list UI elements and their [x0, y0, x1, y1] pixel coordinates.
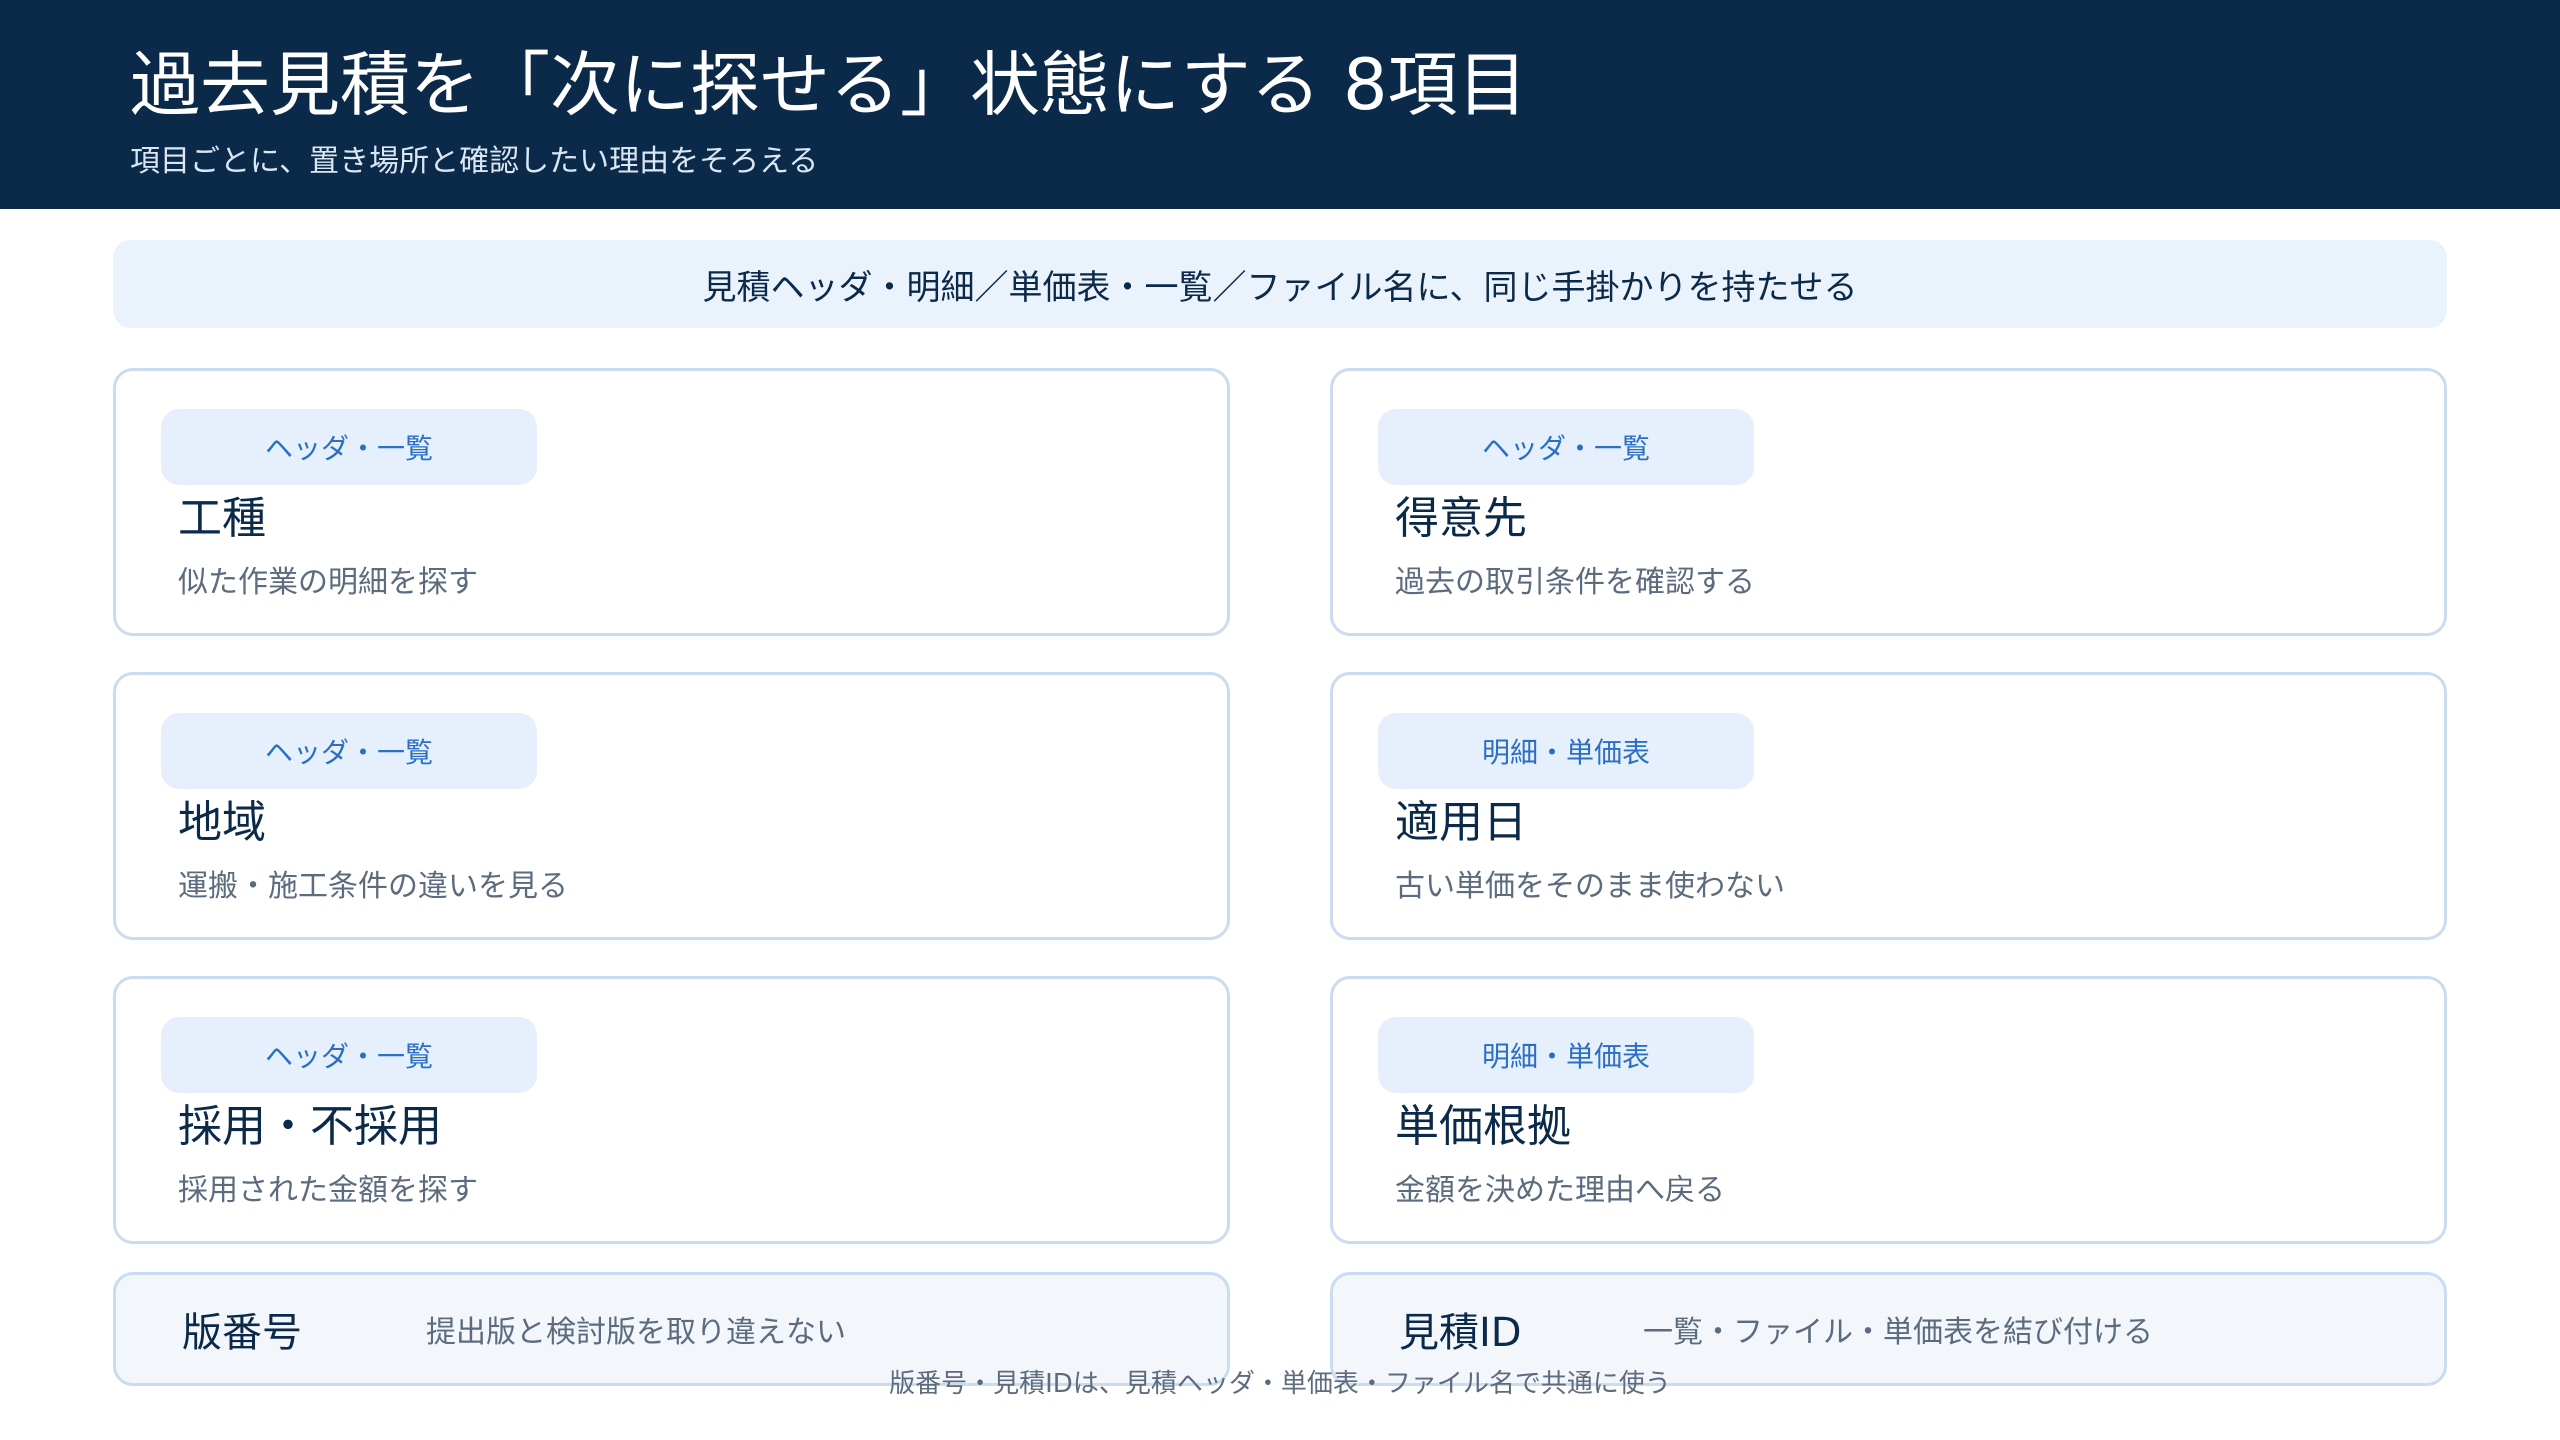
- location-tag: ヘッダ・一覧: [161, 1017, 537, 1093]
- footnote: 版番号・見積IDは、見積ヘッダ・単価表・ファイル名で共通に使う: [889, 1369, 1671, 1399]
- location-tag: ヘッダ・一覧: [1378, 409, 1754, 485]
- item-card-chiiki: ヘッダ・一覧 地域 運搬・施工条件の違いを見る: [113, 672, 1230, 940]
- item-description: 運搬・施工条件の違いを見る: [178, 869, 568, 904]
- item-description: 似た作業の明細を探す: [178, 565, 478, 600]
- item-description: 古い単価をそのまま使わない: [1395, 869, 1785, 904]
- location-tag: ヘッダ・一覧: [161, 409, 537, 485]
- item-title: 地域: [178, 797, 266, 848]
- item-card-tekiyoubi: 明細・単価表 適用日 古い単価をそのまま使わない: [1330, 672, 2447, 940]
- item-title: 採用・不採用: [178, 1101, 442, 1152]
- item-card-koushu: ヘッダ・一覧 工種 似た作業の明細を探す: [113, 368, 1230, 636]
- item-card-tokuisaki: ヘッダ・一覧 得意先 過去の取引条件を確認する: [1330, 368, 2447, 636]
- location-tag: ヘッダ・一覧: [161, 713, 537, 789]
- page-subtitle: 項目ごとに、置き場所と確認したい理由をそろえる: [130, 144, 819, 179]
- item-title: 得意先: [1395, 493, 1527, 544]
- item-description: 金額を決めた理由へ戻る: [1395, 1173, 1725, 1208]
- item-title: 単価根拠: [1395, 1101, 1571, 1152]
- location-tag: 明細・単価表: [1378, 1017, 1754, 1093]
- item-description: 過去の取引条件を確認する: [1395, 565, 1755, 600]
- item-title: 適用日: [1395, 797, 1527, 848]
- summary-banner: 見積ヘッダ・明細／単価表・一覧／ファイル名に、同じ手掛かりを持たせる: [113, 240, 2447, 328]
- item-card-tanka-konkyo: 明細・単価表 単価根拠 金額を決めた理由へ戻る: [1330, 976, 2447, 1244]
- item-title: 工種: [178, 493, 266, 544]
- page-title: 過去見積を「次に探せる」状態にする 8項目: [130, 44, 1528, 126]
- item-card-saiyou: ヘッダ・一覧 採用・不採用 採用された金額を探す: [113, 976, 1230, 1244]
- item-description: 採用された金額を探す: [178, 1173, 478, 1208]
- location-tag: 明細・単価表: [1378, 713, 1754, 789]
- page-header: 過去見積を「次に探せる」状態にする 8項目 項目ごとに、置き場所と確認したい理由…: [0, 0, 2560, 209]
